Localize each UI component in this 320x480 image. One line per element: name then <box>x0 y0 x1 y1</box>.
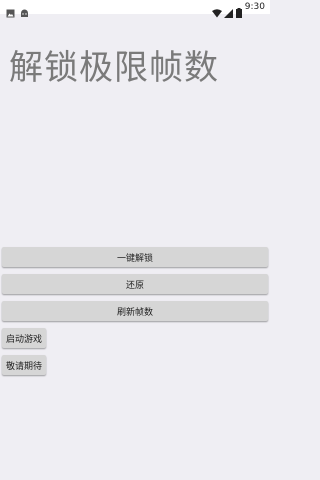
page-title: 解锁极限帧数 <box>9 48 219 88</box>
restore-button[interactable]: 还原 <box>2 274 268 294</box>
launch-game-button[interactable]: 启动游戏 <box>2 328 46 348</box>
battery-icon <box>235 3 242 18</box>
android-icon <box>20 3 29 17</box>
refresh-fps-button[interactable]: 刷新帧数 <box>2 301 268 321</box>
coming-soon-button[interactable]: 敬请期待 <box>2 355 46 375</box>
wifi-icon <box>211 3 222 17</box>
status-bar: 9:30 <box>0 0 270 18</box>
signal-icon <box>223 3 233 18</box>
image-icon <box>6 3 15 17</box>
status-time: 9:30 <box>244 2 265 12</box>
unlock-button[interactable]: 一键解锁 <box>2 247 268 267</box>
